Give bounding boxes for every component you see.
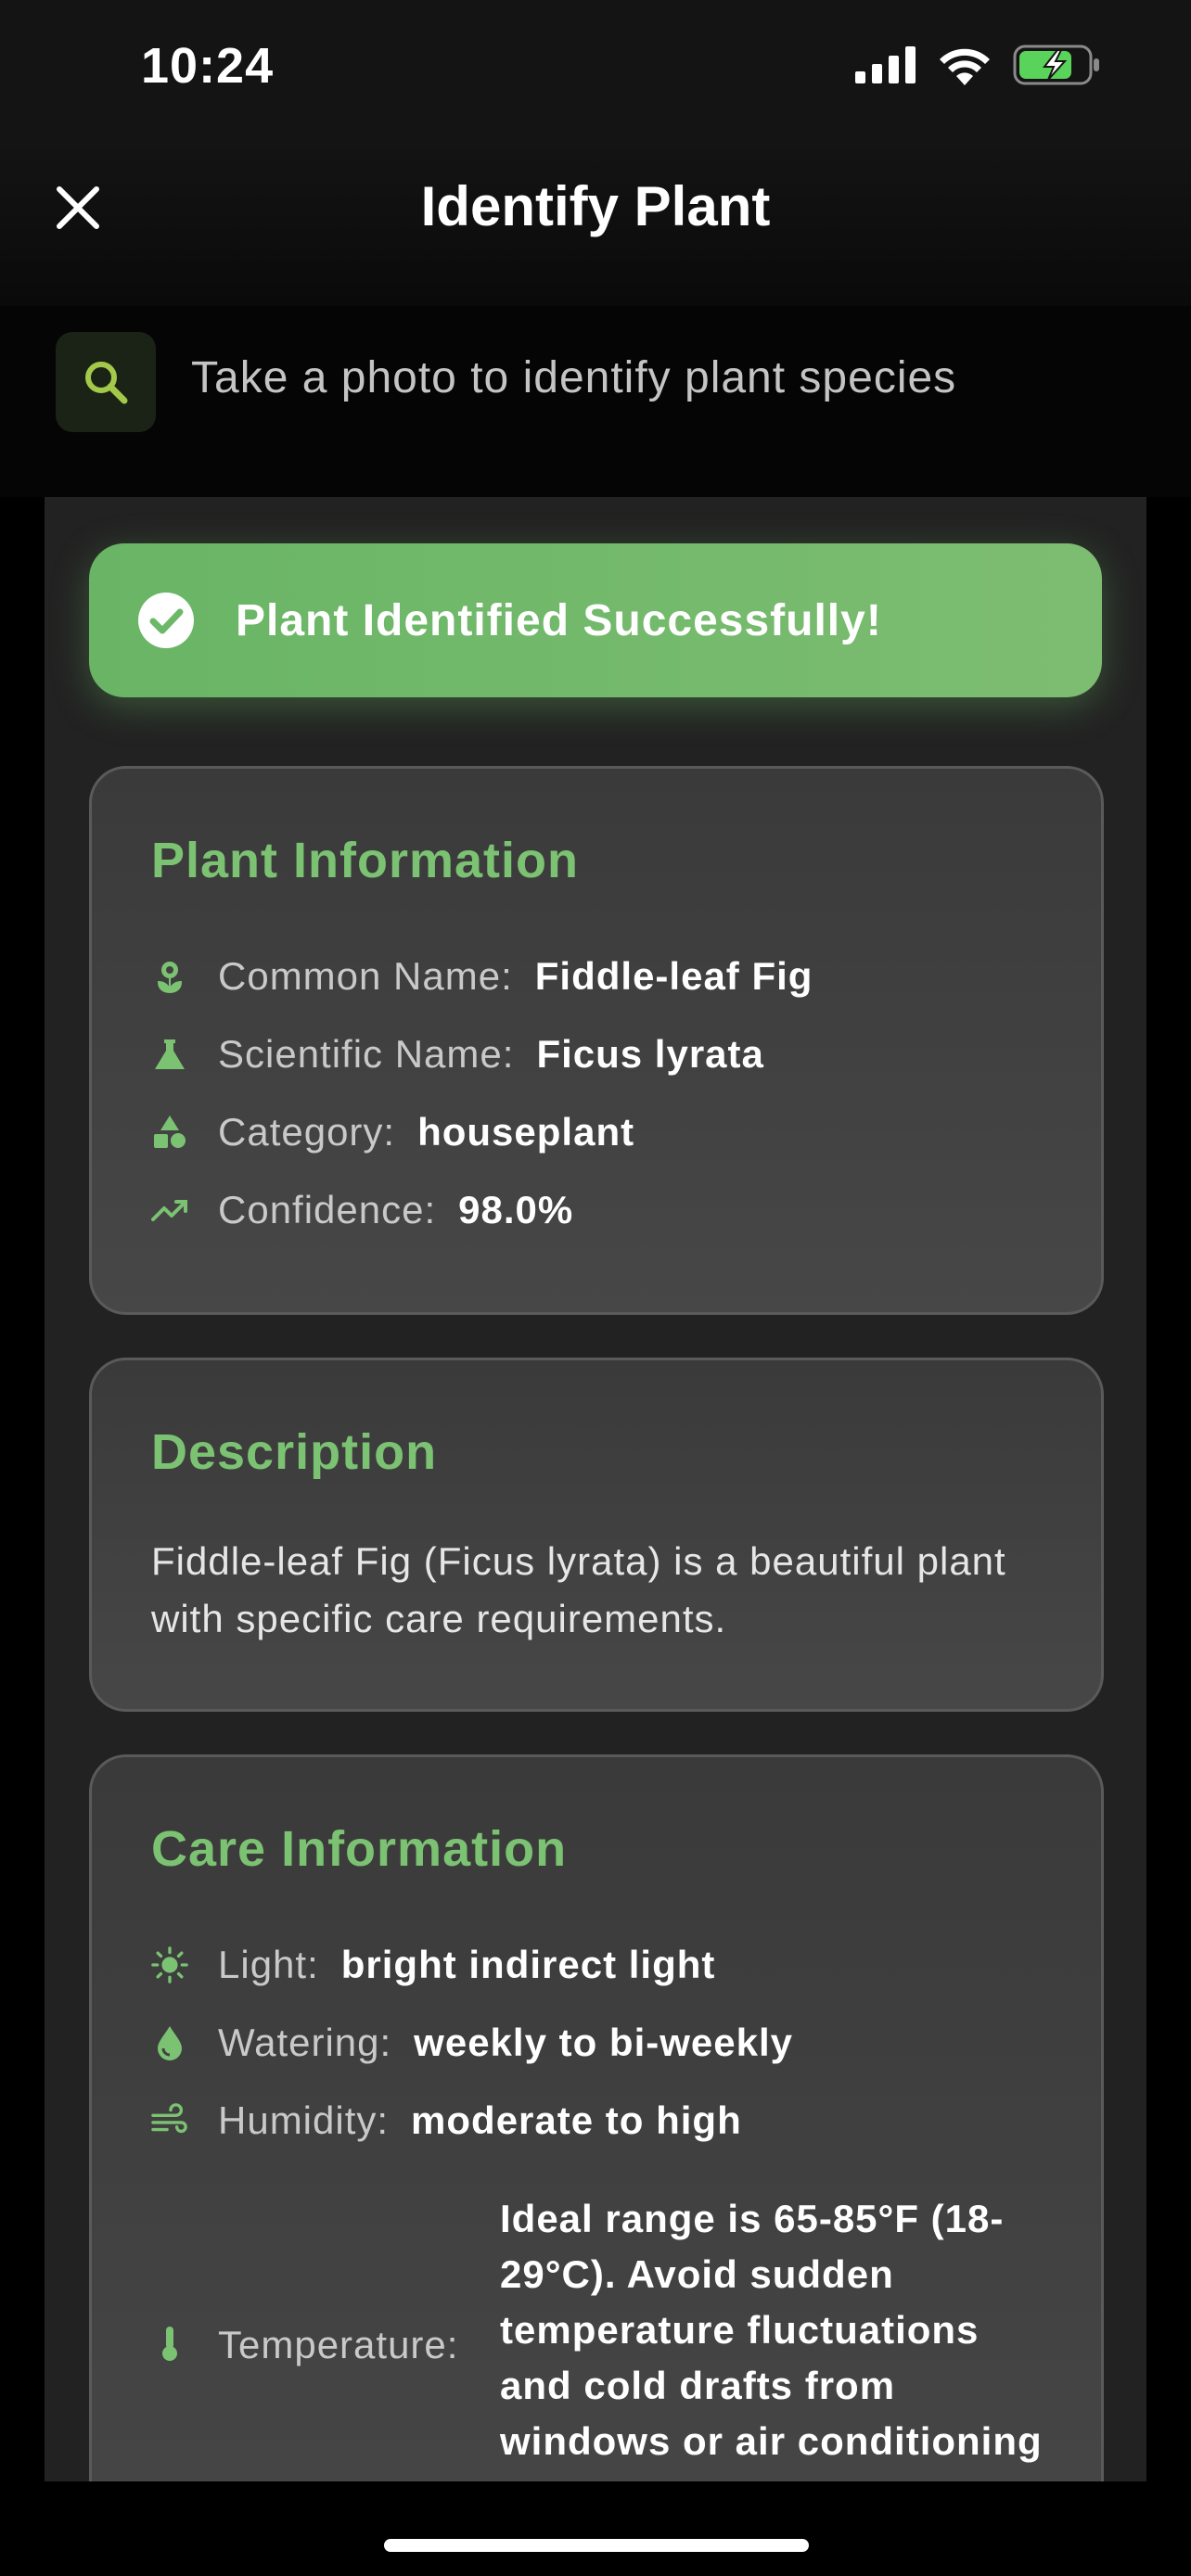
thermometer-icon [151,2325,188,2362]
nav-header: Identify Plant [0,139,1191,306]
flower-icon [151,958,188,995]
description-title: Description [151,1424,438,1480]
care-label: Watering: [218,2021,392,2064]
status-bar: 10:24 [0,0,1191,139]
success-banner: Plant Identified Successfully! [89,543,1102,697]
care-value: bright indirect light [340,1943,716,1986]
care-label: Humidity: [218,2098,390,2142]
info-label: Confidence: [218,1188,437,1231]
status-time: 10:24 [141,38,275,94]
care-label: Light: [218,1943,319,1986]
info-row-common-name: Common Name: Fiddle-leaf Fig [151,954,813,999]
info-label: Category: [218,1110,396,1154]
plant-information-title: Plant Information [151,833,579,888]
wifi-icon [940,48,990,85]
status-icons [855,45,1102,85]
search-button[interactable] [56,332,156,432]
home-indicator-area [0,2481,1191,2576]
care-information-card: Care Information Light: bright indirect … [89,1754,1104,2481]
description-card: Description Fiddle-leaf Fig (Ficus lyrat… [89,1358,1104,1712]
result-content[interactable]: Plant Identified Successfully! Plant Inf… [45,497,1146,2481]
trending-up-icon [151,1192,188,1229]
battery-charging-icon [1013,45,1099,85]
care-information-title: Care Information [151,1821,568,1877]
info-value: Ficus lyrata [536,1032,764,1076]
info-row-confidence: Confidence: 98.0% [151,1188,573,1232]
info-row-category: Category: houseplant [151,1110,634,1154]
water-drop-icon [151,2024,188,2061]
sun-icon [151,1946,188,1983]
info-value: 98.0% [458,1188,574,1231]
flask-icon [151,1036,188,1073]
info-label: Scientific Name: [218,1032,515,1076]
check-circle-icon [138,593,194,648]
identify-prompt-text: Take a photo to identify plant species [191,353,957,402]
info-row-scientific-name: Scientific Name: Ficus lyrata [151,1032,764,1077]
wind-icon [151,2102,188,2139]
cellular-signal-icon [855,46,916,83]
info-label: Common Name: [218,954,513,998]
search-icon [85,362,128,404]
care-value: Ideal range is 65-85°F (18-29°C). Avoid … [500,2197,1043,2481]
info-value: Fiddle-leaf Fig [534,954,813,998]
home-indicator[interactable] [384,2539,809,2552]
care-row-light: Light: bright indirect light [151,1943,715,1987]
category-icon [151,1114,188,1151]
description-text: Fiddle-leaf Fig (Ficus lyrata) is a beau… [151,1539,1006,1640]
care-row-watering: Watering: weekly to bi-weekly [151,2021,793,2065]
care-value: weekly to bi-weekly [414,2021,794,2064]
care-label: Temperature: [218,2323,459,2366]
care-row-temperature: Temperature: Ideal range is 65-85°F (18-… [151,2191,1060,2481]
page-title: Identify Plant [420,175,771,237]
success-message: Plant Identified Successfully! [236,595,882,645]
care-row-humidity: Humidity: moderate to high [151,2098,742,2143]
identify-prompt-bar[interactable]: Take a photo to identify plant species [0,306,1191,497]
plant-information-card: Plant Information Common Name: Fiddle-le… [89,766,1104,1315]
care-value: moderate to high [411,2098,742,2142]
info-value: houseplant [417,1110,635,1154]
